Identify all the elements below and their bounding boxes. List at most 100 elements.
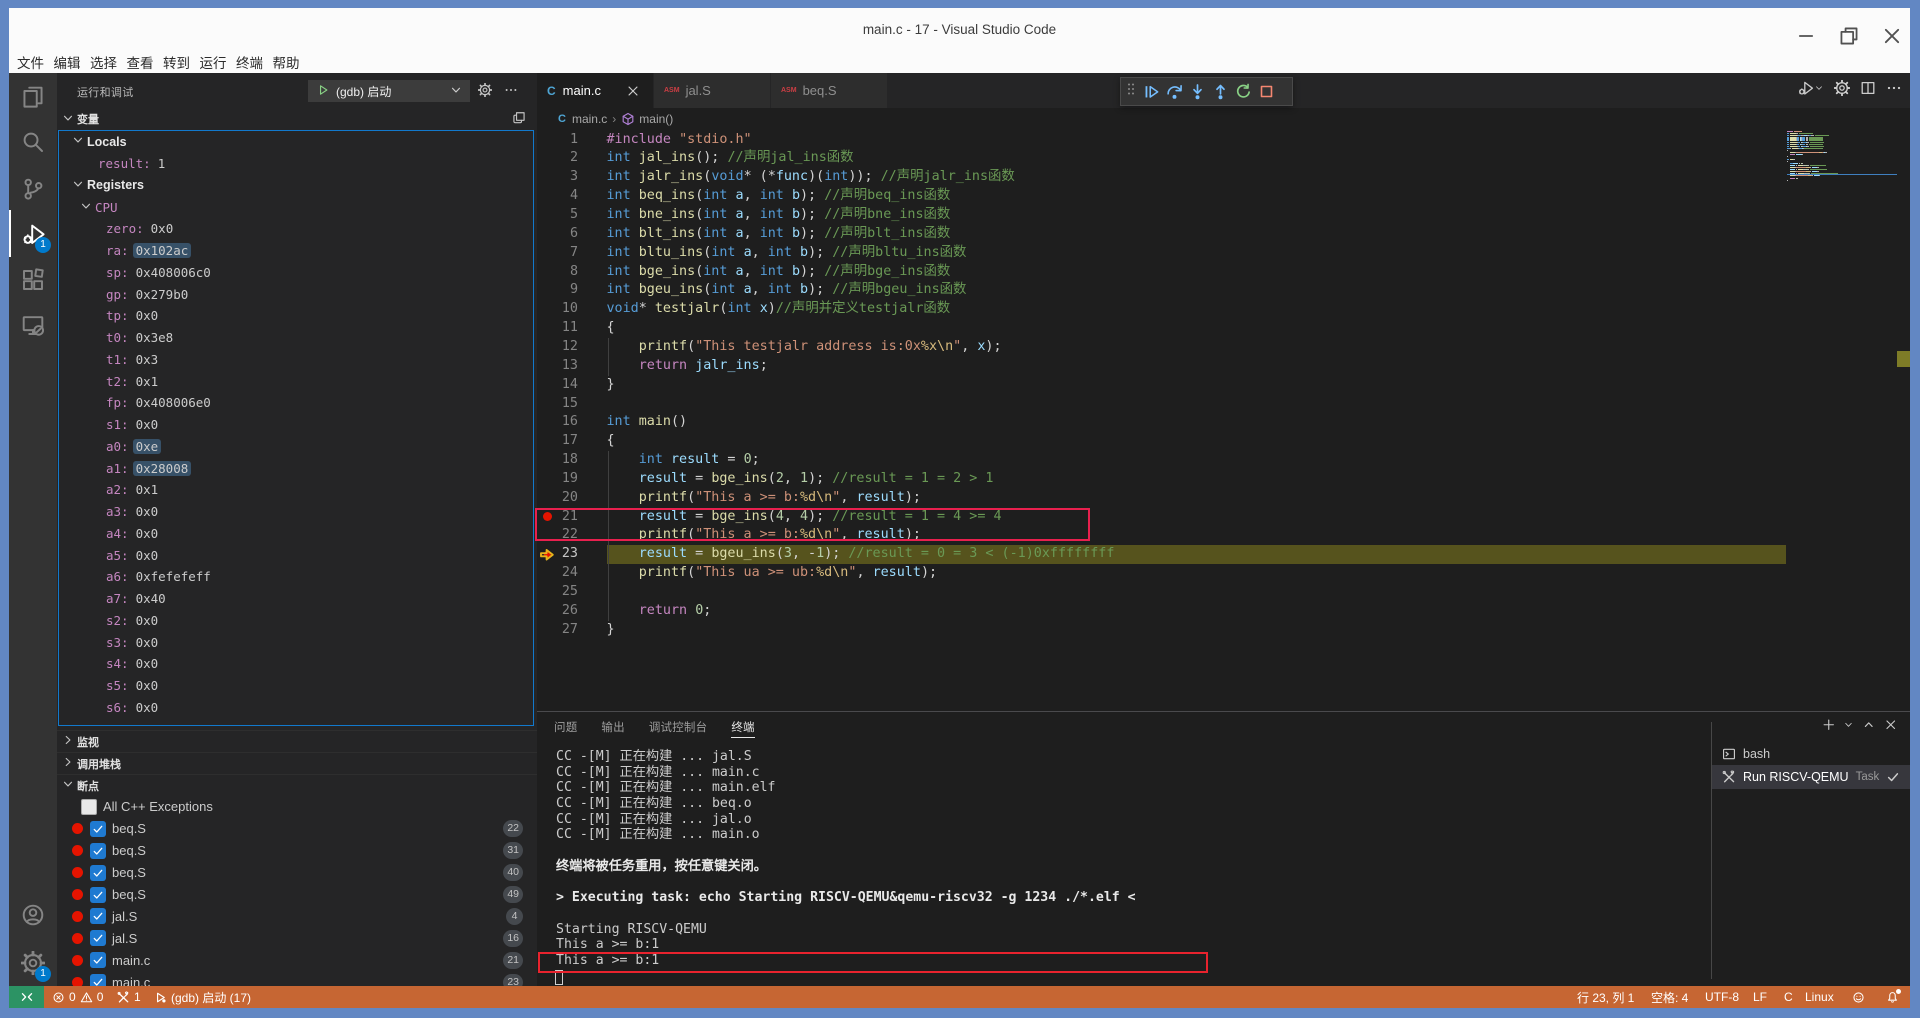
maximize-panel-icon[interactable] bbox=[1862, 718, 1876, 737]
code-line-24[interactable]: 24 printf("This ua >= ub:%d\n", result); bbox=[537, 564, 1910, 583]
variable-row-s2[interactable]: s2:0x0 bbox=[59, 610, 533, 632]
new-terminal-icon[interactable] bbox=[1822, 718, 1836, 737]
terminal-dropdown-icon[interactable] bbox=[1843, 718, 1854, 737]
variable-row-zero[interactable]: zero:0x0 bbox=[59, 218, 533, 240]
variable-row-Registers[interactable]: Registers bbox=[59, 175, 533, 197]
language-status[interactable]: C bbox=[1784, 986, 1793, 1008]
cursor-position-status[interactable]: 行 23, 列 1 bbox=[1577, 986, 1634, 1008]
running-tasks-status[interactable]: 1 bbox=[117, 986, 141, 1008]
breakpoint-row-beq.S-40[interactable]: beq.S40 bbox=[57, 862, 537, 884]
code-line-12[interactable]: 12 printf("This testjalr address is:0x%x… bbox=[537, 338, 1910, 357]
menu-帮助[interactable]: 帮助 bbox=[273, 52, 300, 73]
breakpoint-row-beq.S-31[interactable]: beq.S31 bbox=[57, 840, 537, 862]
debug-session-status[interactable]: (gdb) 启动 (17) bbox=[154, 986, 251, 1008]
run-or-debug-button[interactable] bbox=[1798, 80, 1824, 101]
terminal-output[interactable]: CC -[M] 正在构建 ... jal.SCC -[M] 正在构建 ... m… bbox=[556, 749, 1706, 969]
toolbar-grip-icon[interactable] bbox=[1126, 81, 1136, 102]
step-over-button[interactable] bbox=[1163, 80, 1186, 103]
code-line-18[interactable]: 18 int result = 0; bbox=[537, 451, 1910, 470]
breadcrumb-file[interactable]: main.c bbox=[572, 112, 607, 126]
variable-row-a3[interactable]: a3:0x0 bbox=[59, 501, 533, 523]
step-into-button[interactable] bbox=[1186, 80, 1209, 103]
code-editor[interactable]: 1#include "stdio.h"2int jal_ins(); //声明j… bbox=[537, 130, 1910, 711]
debug-settings-gear-icon[interactable] bbox=[478, 83, 495, 100]
variable-row-Locals[interactable]: Locals bbox=[59, 131, 533, 153]
variable-row-t1[interactable]: t1:0x3 bbox=[59, 349, 533, 371]
activity-search-icon[interactable] bbox=[9, 118, 57, 165]
breakpoint-checkbox[interactable] bbox=[90, 865, 106, 881]
panel-tab-调试控制台[interactable]: 调试控制台 bbox=[649, 712, 708, 738]
breadcrumbs[interactable]: C main.c › main() bbox=[537, 108, 1910, 130]
notifications-bell[interactable] bbox=[1886, 986, 1899, 1008]
tab-jal.S[interactable]: ASMjal.S bbox=[654, 73, 770, 108]
breakpoint-checkbox[interactable] bbox=[90, 887, 106, 903]
code-line-9[interactable]: 9int bgeu_ins(int a, int b); //声明bgeu_in… bbox=[537, 281, 1910, 300]
menu-文件[interactable]: 文件 bbox=[17, 52, 44, 73]
remote-indicator[interactable] bbox=[9, 986, 44, 1008]
breakpoint-checkbox[interactable] bbox=[90, 908, 106, 924]
debug-more-actions-icon[interactable] bbox=[504, 83, 521, 100]
code-line-20[interactable]: 20 printf("This a >= b:%d\n", result); bbox=[537, 489, 1910, 508]
breakpoint-row-main.c-23[interactable]: main.c23 bbox=[57, 971, 537, 986]
variable-row-s1[interactable]: s1:0x0 bbox=[59, 414, 533, 436]
variable-row-tp[interactable]: tp:0x0 bbox=[59, 305, 533, 327]
tab-main.c[interactable]: Cmain.c bbox=[537, 73, 653, 108]
minimap[interactable] bbox=[1787, 130, 1899, 711]
editor-gear-icon[interactable] bbox=[1834, 80, 1850, 101]
close-panel-icon[interactable] bbox=[1884, 718, 1898, 737]
code-line-10[interactable]: 10void* testjalr(int x)//声明并定义testjalr函数 bbox=[537, 300, 1910, 319]
breakpoint-checkbox[interactable] bbox=[90, 821, 106, 837]
code-line-15[interactable]: 15 bbox=[537, 395, 1910, 414]
activity-explorer-icon[interactable] bbox=[9, 73, 57, 120]
menu-编辑[interactable]: 编辑 bbox=[54, 52, 81, 73]
code-line-1[interactable]: 1#include "stdio.h" bbox=[537, 131, 1910, 150]
watch-section-header[interactable]: 监视 bbox=[57, 730, 537, 752]
split-editor-icon[interactable] bbox=[1860, 80, 1876, 101]
code-line-2[interactable]: 2int jal_ins(); //声明jal_ins函数 bbox=[537, 149, 1910, 168]
tab-beq.S[interactable]: ASMbeq.S bbox=[771, 73, 887, 108]
panel-tab-终端[interactable]: 终端 bbox=[731, 712, 754, 738]
indentation-status[interactable]: 空格: 4 bbox=[1651, 986, 1688, 1008]
variable-row-a6[interactable]: a6:0xfefefeff bbox=[59, 566, 533, 588]
problems-status[interactable]: 0 0 bbox=[52, 986, 103, 1008]
activity-source-control-icon[interactable] bbox=[9, 165, 57, 212]
code-line-14[interactable]: 14} bbox=[537, 376, 1910, 395]
exceptions-checkbox[interactable] bbox=[81, 799, 97, 815]
breakpoint-checkbox[interactable] bbox=[90, 930, 106, 946]
code-line-23[interactable]: 23 result = bgeu_ins(3, -1); //result = … bbox=[537, 545, 1910, 564]
close-button[interactable] bbox=[1881, 25, 1903, 47]
stop-button[interactable] bbox=[1255, 80, 1278, 103]
menu-运行[interactable]: 运行 bbox=[200, 52, 227, 73]
code-line-25[interactable]: 25 bbox=[537, 583, 1910, 602]
variable-row-result[interactable]: result:1 bbox=[59, 153, 533, 175]
code-line-11[interactable]: 11{ bbox=[537, 319, 1910, 338]
code-line-4[interactable]: 4int beq_ins(int a, int b); //声明beq_ins函… bbox=[537, 187, 1910, 206]
variable-row-a1[interactable]: a1:0x28008 bbox=[59, 457, 533, 479]
breakpoint-checkbox[interactable] bbox=[90, 952, 106, 968]
variable-row-a7[interactable]: a7:0x40 bbox=[59, 588, 533, 610]
breakpoint-checkbox[interactable] bbox=[90, 974, 106, 986]
start-debug-icon[interactable] bbox=[316, 83, 330, 100]
menu-查看[interactable]: 查看 bbox=[127, 52, 154, 73]
menu-转到[interactable]: 转到 bbox=[163, 52, 190, 73]
breakpoint-row-beq.S-49[interactable]: beq.S49 bbox=[57, 884, 537, 906]
activity-remote-explorer-icon[interactable] bbox=[9, 301, 57, 348]
continue-button[interactable] bbox=[1140, 80, 1163, 103]
launch-config-dropdown[interactable]: (gdb) 启动 bbox=[308, 80, 470, 102]
variable-row-a5[interactable]: a5:0x0 bbox=[59, 544, 533, 566]
variable-row-t0[interactable]: t0:0x3e8 bbox=[59, 327, 533, 349]
code-line-5[interactable]: 5int bne_ins(int a, int b); //声明bne_ins函… bbox=[537, 206, 1910, 225]
variable-row-t2[interactable]: t2:0x1 bbox=[59, 370, 533, 392]
variable-row-s6[interactable]: s6:0x0 bbox=[59, 697, 533, 719]
variable-row-sp[interactable]: sp:0x408006c0 bbox=[59, 262, 533, 284]
callstack-section-header[interactable]: 调用堆栈 bbox=[57, 752, 537, 774]
variable-row-s7[interactable]: s7:0x0 bbox=[59, 718, 533, 726]
close-tab-icon[interactable] bbox=[623, 83, 643, 99]
variable-row-a4[interactable]: a4:0x0 bbox=[59, 523, 533, 545]
menu-选择[interactable]: 选择 bbox=[90, 52, 117, 73]
panel-tab-问题[interactable]: 问题 bbox=[554, 712, 577, 738]
breakpoint-row-main.c-21[interactable]: main.c21 bbox=[57, 949, 537, 971]
activity-extensions-icon[interactable] bbox=[9, 256, 57, 303]
code-line-3[interactable]: 3int jalr_ins(void* (*func)(int)); //声明j… bbox=[537, 168, 1910, 187]
variable-row-gp[interactable]: gp:0x279b0 bbox=[59, 283, 533, 305]
